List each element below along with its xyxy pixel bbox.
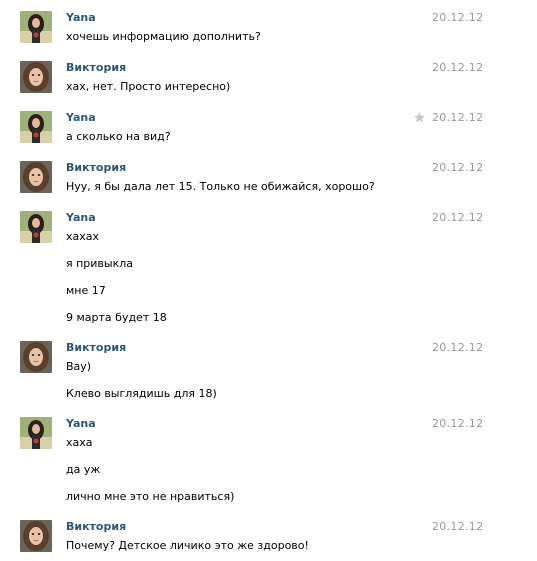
- message-text: 9 марта будет 18: [66, 311, 167, 324]
- message-date[interactable]: 20.12.12: [432, 111, 483, 124]
- yana-avatar-icon[interactable]: [20, 111, 52, 143]
- viktoria-avatar-icon[interactable]: [20, 61, 52, 93]
- message-text: хахах: [66, 230, 100, 243]
- message-author[interactable]: Виктория: [66, 520, 126, 533]
- yana-avatar-icon[interactable]: [20, 211, 52, 243]
- message-text: Клево выглядишь для 18): [66, 387, 217, 400]
- message-author[interactable]: Виктория: [66, 341, 126, 354]
- yana-avatar-icon[interactable]: [20, 417, 52, 449]
- message-author[interactable]: Yana: [66, 211, 96, 224]
- message-date[interactable]: 20.12.12: [432, 11, 483, 24]
- message-date[interactable]: 20.12.12: [432, 520, 483, 533]
- message-text: мне 17: [66, 284, 106, 297]
- message-author[interactable]: Yana: [66, 11, 96, 24]
- message-author[interactable]: Yana: [66, 417, 96, 430]
- message-text: а сколько на вид?: [66, 130, 171, 143]
- yana-avatar-icon[interactable]: [20, 11, 52, 43]
- message-text: хочешь информацию дополнить?: [66, 30, 261, 43]
- message-date[interactable]: 20.12.12: [432, 211, 483, 224]
- message-text: да уж: [66, 463, 101, 476]
- message-text: Почему? Детское личико это же здорово!: [66, 539, 309, 552]
- message-author[interactable]: Виктория: [66, 61, 126, 74]
- star-icon[interactable]: [413, 111, 426, 124]
- message-author[interactable]: Виктория: [66, 161, 126, 174]
- message-text: хаха: [66, 436, 93, 449]
- message-text: я привыкла: [66, 257, 134, 270]
- message-date[interactable]: 20.12.12: [432, 417, 483, 430]
- message-text: лично мне это не нравиться): [66, 490, 235, 503]
- message-date[interactable]: 20.12.12: [432, 61, 483, 74]
- message-text: Нуу, я бы дала лет 15. Только не обижайс…: [66, 180, 375, 193]
- message-date[interactable]: 20.12.12: [432, 161, 483, 174]
- message-text: хах, нет. Просто интересно): [66, 80, 231, 93]
- message-date[interactable]: 20.12.12: [432, 341, 483, 354]
- viktoria-avatar-icon[interactable]: [20, 161, 52, 193]
- message-text: Вау): [66, 360, 92, 373]
- message-author[interactable]: Yana: [66, 111, 96, 124]
- viktoria-avatar-icon[interactable]: [20, 341, 52, 373]
- viktoria-avatar-icon[interactable]: [20, 520, 52, 552]
